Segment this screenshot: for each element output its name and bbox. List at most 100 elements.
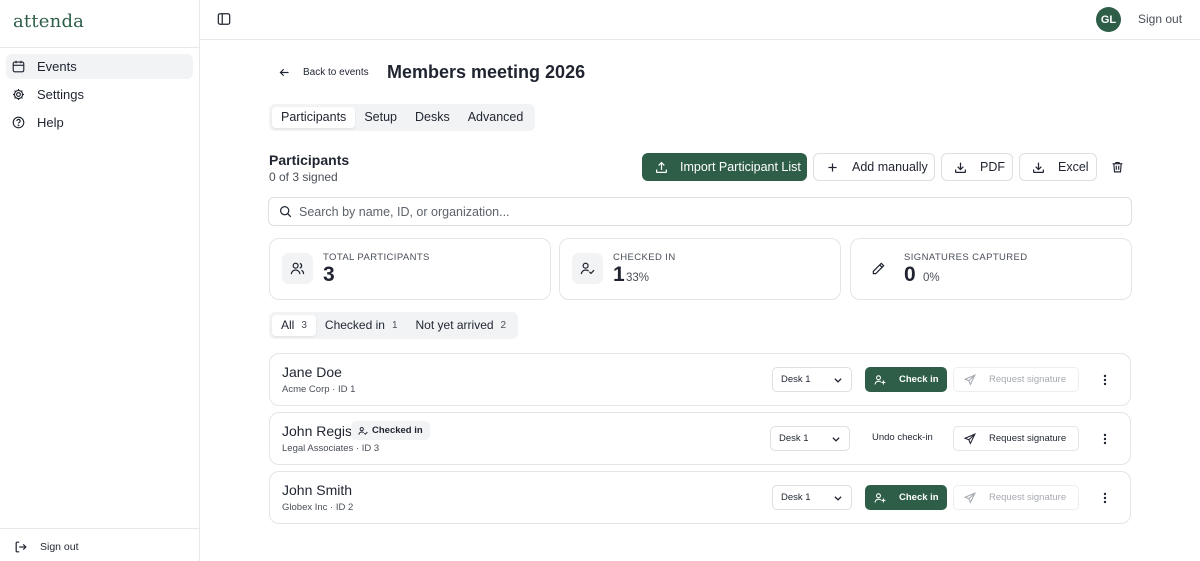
filter-not-yet-arrived[interactable]: Not yet arrived 2 xyxy=(407,315,516,336)
participant-meta: Acme Corp · ID 1 xyxy=(282,384,356,395)
stat-value: 1 xyxy=(613,263,625,286)
sidebar-item-help[interactable]: Help xyxy=(6,110,193,135)
main-content: Back to events Members meeting 2026 Part… xyxy=(200,41,1200,561)
request-signature-button[interactable]: Request signature xyxy=(953,426,1079,451)
stat-percent: 0% xyxy=(923,272,940,284)
filter-all[interactable]: All 3 xyxy=(272,315,316,336)
search-icon xyxy=(279,205,292,218)
upload-icon xyxy=(655,161,668,174)
participant-meta: Legal Associates · ID 3 xyxy=(282,443,380,454)
desk-select[interactable]: Desk 1 xyxy=(772,367,852,392)
tab-bar: Participants Setup Desks Advanced xyxy=(269,104,536,131)
filter-label: Not yet arrived xyxy=(415,318,494,332)
import-participant-list-button[interactable]: Import Participant List xyxy=(642,153,807,181)
download-icon xyxy=(1032,161,1045,174)
check-in-button[interactable]: Check in xyxy=(865,367,947,392)
excel-label: Excel xyxy=(1058,160,1089,174)
user-check-icon xyxy=(572,253,603,284)
participant-row: John Regis Checked in Legal Associates ·… xyxy=(269,412,1131,465)
sidebar-sign-out-button[interactable]: Sign out xyxy=(14,540,79,554)
stat-label: SIGNATURES CAPTURED xyxy=(904,252,1028,263)
divider xyxy=(0,528,199,529)
filter-label: Checked in xyxy=(324,318,385,332)
pen-icon xyxy=(863,253,894,284)
more-options-icon[interactable] xyxy=(1102,491,1108,505)
participant-name: Jane Doe xyxy=(282,364,342,380)
pdf-label: PDF xyxy=(980,160,1005,174)
export-pdf-button[interactable]: PDF xyxy=(941,153,1013,181)
tab-desks[interactable]: Desks xyxy=(406,107,459,128)
filter-count: 3 xyxy=(301,320,307,331)
send-icon xyxy=(964,491,976,504)
stat-card-checked-in: CHECKED IN 1 33% xyxy=(559,238,841,300)
trash-icon[interactable] xyxy=(1111,160,1124,174)
logout-icon xyxy=(14,540,28,554)
back-to-events-link[interactable]: Back to events xyxy=(278,66,369,79)
plus-icon xyxy=(826,161,839,174)
sidebar-nav: Events Settings Help xyxy=(6,54,193,138)
gear-icon xyxy=(12,88,25,101)
stat-card-signatures: SIGNATURES CAPTURED 0 0% xyxy=(850,238,1132,300)
filter-checked-in[interactable]: Checked in 1 xyxy=(316,315,407,336)
check-in-button[interactable]: Check in xyxy=(865,485,947,510)
request-signature-label: Request signature xyxy=(989,433,1067,444)
more-options-icon[interactable] xyxy=(1102,432,1108,446)
tab-setup[interactable]: Setup xyxy=(355,107,406,128)
top-bar: GL Sign out xyxy=(200,0,1200,40)
sign-out-label: Sign out xyxy=(40,541,79,553)
more-options-icon[interactable] xyxy=(1102,373,1108,387)
sidebar-toggle-icon[interactable] xyxy=(217,12,231,26)
search-input[interactable] xyxy=(299,204,1099,219)
sidebar: attenda Events Settings Help Sign out xyxy=(0,0,200,561)
calendar-icon xyxy=(12,60,25,73)
filter-count: 1 xyxy=(391,320,398,331)
chevron-down-icon xyxy=(833,375,843,385)
stat-value: 3 xyxy=(323,263,335,286)
participant-row: Jane Doe Acme Corp · ID 1 Desk 1 Check i… xyxy=(269,353,1131,406)
sidebar-item-label: Help xyxy=(37,115,64,130)
stat-percent: 33% xyxy=(626,272,650,284)
sidebar-item-label: Settings xyxy=(37,87,84,102)
chevron-down-icon xyxy=(833,493,843,503)
user-plus-icon xyxy=(874,492,886,503)
desk-value: Desk 1 xyxy=(781,374,811,385)
stat-value: 0 xyxy=(904,263,916,286)
help-circle-icon xyxy=(12,116,25,129)
stat-label: CHECKED IN xyxy=(613,252,676,263)
undo-check-in-button[interactable]: Undo check-in xyxy=(872,432,933,443)
request-signature-button[interactable]: Request signature xyxy=(953,485,1079,510)
filter-tabs: All 3 Checked in 1 Not yet arrived 2 xyxy=(269,312,519,339)
arrow-left-icon xyxy=(278,66,291,79)
send-icon xyxy=(964,373,976,386)
stat-card-total: TOTAL PARTICIPANTS 3 xyxy=(269,238,551,300)
add-manually-button[interactable]: Add manually xyxy=(813,153,935,181)
avatar[interactable]: GL xyxy=(1096,7,1121,32)
tab-advanced[interactable]: Advanced xyxy=(459,107,533,128)
check-in-label: Check in xyxy=(899,492,939,503)
stat-label: TOTAL PARTICIPANTS xyxy=(323,252,430,263)
divider xyxy=(0,47,199,48)
app-logo[interactable]: attenda xyxy=(13,11,84,32)
export-excel-button[interactable]: Excel xyxy=(1019,153,1097,181)
tab-participants[interactable]: Participants xyxy=(272,107,356,128)
participant-name: John Regis xyxy=(282,423,353,439)
status-badge-label: Checked in xyxy=(372,425,423,436)
signed-count: 0 of 3 signed xyxy=(269,170,338,184)
participant-meta: Globex Inc · ID 2 xyxy=(282,502,354,513)
sidebar-item-label: Events xyxy=(37,59,77,74)
add-label: Add manually xyxy=(852,160,928,174)
sidebar-item-events[interactable]: Events xyxy=(6,54,193,79)
desk-select[interactable]: Desk 1 xyxy=(772,485,852,510)
sign-out-link[interactable]: Sign out xyxy=(1138,12,1182,26)
section-title: Participants xyxy=(269,152,350,168)
back-label: Back to events xyxy=(303,67,369,78)
download-icon xyxy=(954,161,967,174)
desk-select[interactable]: Desk 1 xyxy=(770,426,850,451)
desk-value: Desk 1 xyxy=(781,492,811,503)
user-plus-icon xyxy=(874,374,886,385)
users-icon xyxy=(282,253,313,284)
user-check-icon xyxy=(358,426,368,435)
page-title: Members meeting 2026 xyxy=(387,62,586,82)
request-signature-button[interactable]: Request signature xyxy=(953,367,1079,392)
sidebar-item-settings[interactable]: Settings xyxy=(6,82,193,107)
